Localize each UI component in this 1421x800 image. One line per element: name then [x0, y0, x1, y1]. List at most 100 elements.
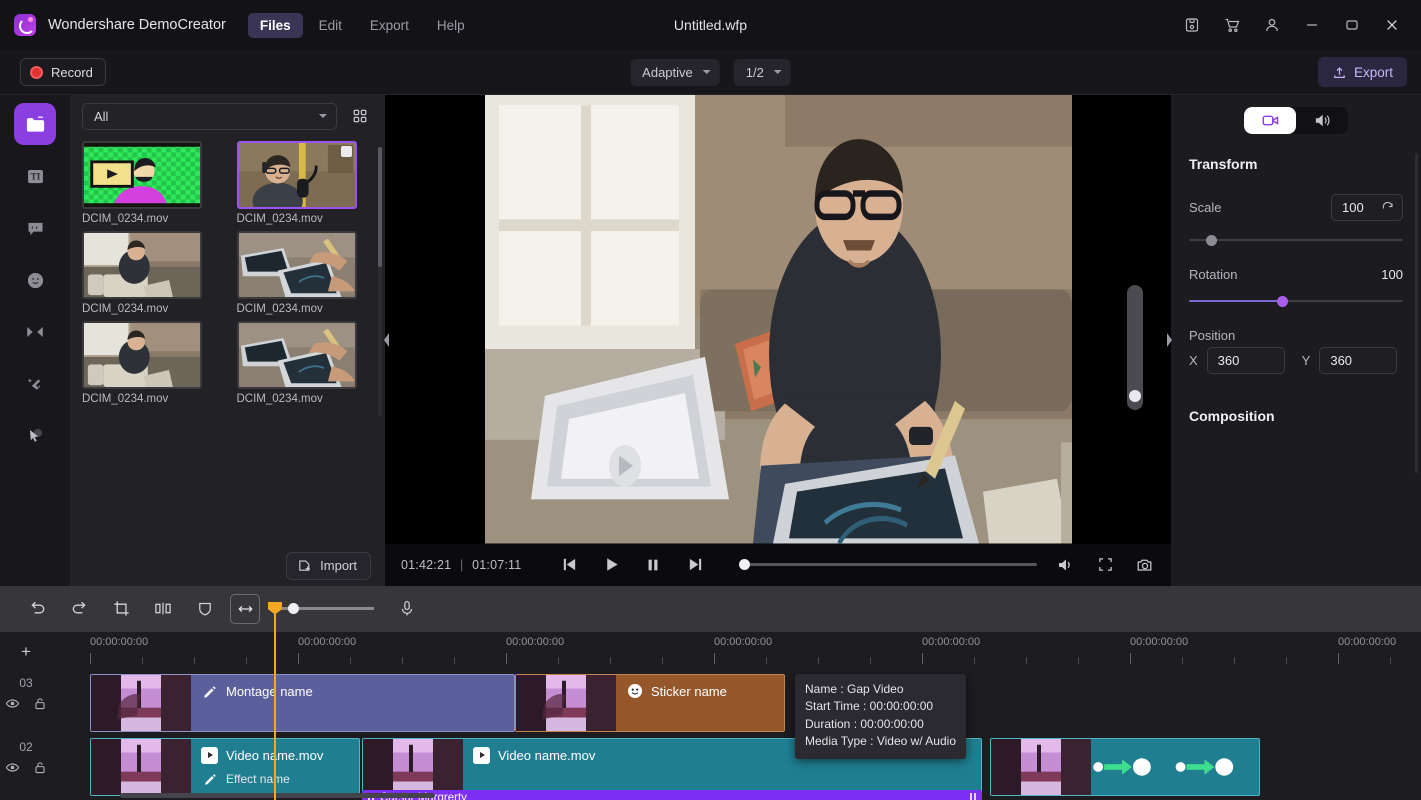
position-x-value: 360: [1218, 353, 1240, 368]
track-number: 03: [0, 676, 52, 690]
crop-button[interactable]: [104, 594, 138, 624]
media-filter-dropdown[interactable]: All: [82, 103, 337, 130]
mask-button[interactable]: [188, 594, 222, 624]
fit-timeline-button[interactable]: [230, 594, 260, 624]
position-x-input[interactable]: 360: [1207, 347, 1285, 374]
plus-icon[interactable]: +: [16, 642, 36, 662]
media-item-label: DCIM_0234.mov: [82, 303, 221, 315]
position-label: Position: [1189, 328, 1403, 343]
next-frame-button[interactable]: [685, 555, 705, 575]
video-stage[interactable]: [385, 95, 1171, 544]
export-button[interactable]: Export: [1318, 57, 1407, 87]
ruler-scale[interactable]: 00:00:00:00 00:00:00:00 00:00:00:00 00:0…: [52, 632, 1421, 672]
sidebar-item-stickers[interactable]: [14, 259, 56, 301]
maximize-icon[interactable]: [1337, 10, 1367, 40]
audio-tab[interactable]: [1296, 107, 1348, 134]
seek-slider[interactable]: [739, 558, 1037, 572]
media-thumbnail: [237, 321, 357, 389]
sidebar-item-text[interactable]: TI: [14, 155, 56, 197]
grid-view-icon[interactable]: [347, 103, 373, 129]
scale-slider[interactable]: [1189, 233, 1403, 247]
snapshot-icon[interactable]: [1135, 555, 1155, 575]
rotation-row: Rotation 100: [1189, 267, 1403, 282]
ruler-tick: [662, 657, 663, 664]
close-icon[interactable]: [1377, 10, 1407, 40]
collapse-media-panel-handle[interactable]: [381, 323, 393, 357]
reset-icon[interactable]: [1381, 201, 1395, 215]
menu-item-files[interactable]: Files: [248, 13, 303, 38]
record-button[interactable]: Record: [20, 58, 106, 86]
media-item[interactable]: DCIM_0234.mov: [237, 231, 376, 315]
video-camera-icon: [1261, 111, 1280, 130]
properties-scrollbar[interactable]: [1415, 153, 1418, 473]
clip-thumbnail: [91, 675, 191, 731]
minimize-icon[interactable]: [1297, 10, 1327, 40]
media-item[interactable]: DCIM_0234.mov: [82, 141, 221, 225]
timeline-clip[interactable]: [990, 738, 1260, 796]
unlock-icon[interactable]: [32, 760, 48, 776]
redo-button[interactable]: [62, 594, 96, 624]
position-y-input[interactable]: 360: [1319, 347, 1397, 374]
media-item[interactable]: DCIM_0234.mov: [82, 321, 221, 405]
chevron-down-icon: [774, 70, 782, 74]
timeline-zoom-slider[interactable]: [282, 602, 374, 616]
scale-dropdown[interactable]: 1/2: [734, 59, 791, 86]
unlock-icon[interactable]: [32, 696, 48, 712]
folder-icon: [24, 113, 47, 136]
menu-item-export[interactable]: Export: [358, 13, 421, 38]
video-tab[interactable]: [1244, 107, 1296, 134]
cart-icon[interactable]: [1217, 10, 1247, 40]
sidebar-item-media-library[interactable]: [14, 103, 56, 145]
ruler-label: 00:00:00:00: [506, 636, 564, 648]
undo-icon: [28, 599, 47, 618]
playhead[interactable]: [274, 602, 276, 800]
timeline-clip[interactable]: Sticker name: [515, 674, 785, 732]
media-item[interactable]: DCIM_0234.mov: [237, 321, 376, 405]
scale-slider-knob[interactable]: [1206, 235, 1217, 246]
prev-frame-button[interactable]: [559, 555, 579, 575]
save-icon[interactable]: [1177, 10, 1207, 40]
media-filter-value: All: [94, 109, 108, 124]
seek-knob[interactable]: [739, 559, 750, 570]
media-item[interactable]: DCIM_0234.mov: [82, 231, 221, 315]
undo-button[interactable]: [20, 594, 54, 624]
zoom-slider-knob[interactable]: [288, 603, 299, 614]
voiceover-button[interactable]: [390, 594, 424, 624]
clip-thumbnail: [91, 739, 191, 795]
sidebar-item-transitions[interactable]: [14, 311, 56, 353]
properties-panel: Transform Scale 100 Rotation: [1171, 95, 1421, 586]
rotation-slider[interactable]: [1189, 294, 1403, 308]
timeline-clip[interactable]: Montage name: [90, 674, 515, 732]
sidebar-item-effects[interactable]: [14, 363, 56, 405]
preview-volume-knob[interactable]: [1129, 390, 1141, 402]
timeline-clip[interactable]: Video name.mov Effect name: [90, 738, 360, 796]
import-button[interactable]: Import: [286, 552, 371, 580]
media-scrollbar-thumb[interactable]: [378, 147, 382, 267]
menu-item-help[interactable]: Help: [425, 13, 477, 38]
quality-dropdown[interactable]: Adaptive: [630, 59, 720, 86]
clip-effect-row: Effect name: [201, 771, 323, 788]
eye-icon[interactable]: [4, 760, 20, 776]
scale-input[interactable]: 100: [1331, 194, 1403, 221]
play-button[interactable]: [601, 555, 621, 575]
y-axis-label: Y: [1302, 353, 1311, 368]
eye-icon[interactable]: [4, 696, 20, 712]
sidebar-item-cursor-effects[interactable]: [14, 415, 56, 457]
timeline-ruler[interactable]: + 00:00:00:00 00:00:00:00 00:00:00:00 00…: [0, 632, 1421, 672]
fullscreen-icon[interactable]: [1095, 555, 1115, 575]
sidebar-item-captions[interactable]: [14, 207, 56, 249]
split-button[interactable]: [146, 594, 180, 624]
preview-volume-slider[interactable]: [1127, 285, 1143, 410]
collapse-properties-panel-handle[interactable]: [1163, 323, 1175, 357]
current-time: 01:42:21: [401, 558, 451, 572]
pause-button[interactable]: [643, 555, 663, 575]
volume-icon[interactable]: [1055, 555, 1075, 575]
rotation-slider-knob[interactable]: [1277, 296, 1288, 307]
account-icon[interactable]: [1257, 10, 1287, 40]
media-item[interactable]: DCIM_0234.mov: [237, 141, 376, 225]
keyframe-area[interactable]: [991, 739, 1259, 795]
track-clips: Montage name: [52, 672, 1421, 734]
cursor-effect-bar[interactable]: Cursur Margrerty: [362, 790, 982, 800]
menu-item-edit[interactable]: Edit: [307, 13, 354, 38]
timeline-horizontal-scrollbar[interactable]: [120, 793, 435, 798]
